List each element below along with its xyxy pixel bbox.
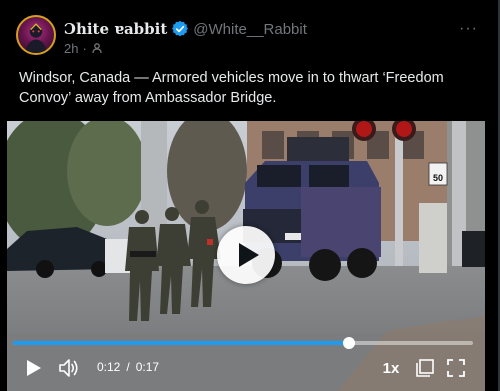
community-icon — [92, 43, 102, 54]
meta-separator: · — [82, 40, 87, 56]
video-progress-fill — [13, 341, 349, 345]
pip-button[interactable] — [414, 356, 436, 380]
play-icon — [27, 360, 41, 376]
avatar[interactable] — [16, 15, 56, 55]
tweet-card: Ɔhite ɐabbit @White__Rabbit 2h · ··· Win… — [0, 0, 500, 391]
playback-speed-button[interactable]: 1x — [381, 356, 401, 380]
verified-badge-icon — [172, 21, 189, 37]
time-separator: / — [126, 360, 130, 374]
author-handle[interactable]: @White__Rabbit — [193, 21, 307, 38]
video-player[interactable]: 50 — [7, 121, 485, 391]
fullscreen-button[interactable] — [445, 356, 467, 380]
more-options-button[interactable]: ··· — [459, 20, 478, 38]
current-time: 0:12 — [97, 360, 121, 374]
video-controls: 0:12 / 0:17 1x — [13, 356, 473, 380]
duration: 0:17 — [135, 360, 160, 374]
pip-icon — [416, 359, 434, 377]
post-meta: 2h · — [64, 40, 103, 56]
video-time: 0:12 / 0:17 — [97, 360, 159, 374]
mute-button[interactable] — [57, 356, 81, 380]
post-time[interactable]: 2h — [64, 41, 78, 56]
video-progress-bar[interactable] — [13, 337, 473, 349]
volume-icon — [59, 359, 78, 377]
play-icon — [238, 243, 259, 267]
display-name[interactable]: Ɔhite ɐabbit — [64, 20, 167, 38]
video-scrub-handle[interactable] — [342, 337, 355, 349]
play-button[interactable] — [23, 356, 45, 380]
center-play-button[interactable] — [217, 226, 275, 284]
speed-sign-number: 50 — [433, 173, 443, 183]
fullscreen-icon — [447, 359, 465, 377]
author-row: Ɔhite ɐabbit @White__Rabbit — [64, 19, 307, 39]
tweet-text: Windsor, Canada — Armored vehicles move … — [19, 70, 444, 106]
